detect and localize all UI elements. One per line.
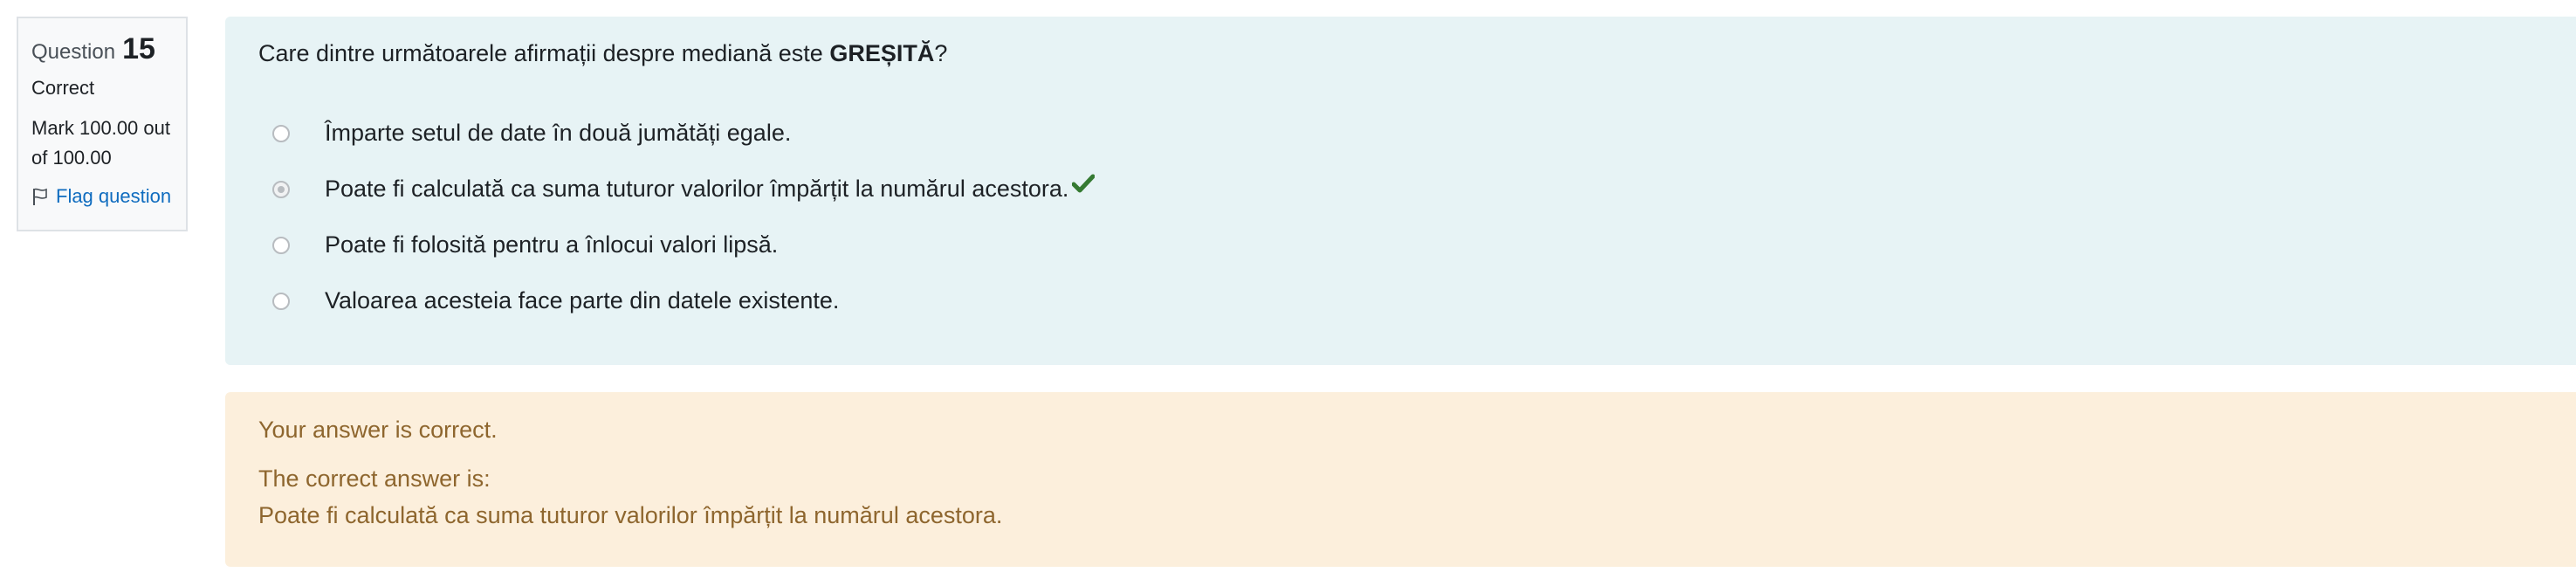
question-formulation: Care dintre următoarele afirmații despre… [225,17,2576,365]
answer-label-4[interactable]: Valoarea acesteia face parte din datele … [325,287,839,314]
question-number-line: Question 15 [31,32,174,66]
question-text-main: Care dintre următoarele afirmații despre… [258,40,830,66]
feedback-box: Your answer is correct. The correct answ… [225,392,2576,567]
question-number: 15 [122,32,155,65]
correct-answer-text: Poate fi calculată ca suma tuturor valor… [258,502,1003,528]
answer-radio-1[interactable] [272,124,290,142]
answer-option-1[interactable]: Împarte setul de date în două jumătăți e… [272,120,791,147]
feedback-result: Your answer is correct. [258,417,498,443]
answer-radio-2[interactable] [272,180,290,198]
question-text-emphasis: GREȘITĂ [829,40,935,66]
question-state: Correct [31,77,95,99]
answer-label-1[interactable]: Împarte setul de date în două jumătăți e… [325,120,791,147]
flag-icon [33,188,47,205]
flag-question-link[interactable]: Flag question [31,185,174,208]
question-info-box: Question 15 Correct Mark 100.00 out of 1… [17,17,188,231]
question-text: Care dintre următoarele afirmații despre… [258,40,947,67]
check-icon [1072,174,1096,192]
answer-label-2[interactable]: Poate fi calculată ca suma tuturor valor… [325,176,1068,203]
question-text-end: ? [934,40,948,66]
answer-option-4[interactable]: Valoarea acesteia face parte din datele … [272,287,839,314]
correct-answer-label: The correct answer is: [258,465,491,492]
quiz-question-page: Question 15 Correct Mark 100.00 out of 1… [0,0,2576,586]
answer-option-3[interactable]: Poate fi folosită pentru a înlocui valor… [272,231,778,259]
grade-line-2: of 100.00 [31,147,112,169]
answer-option-2[interactable]: Poate fi calculată ca suma tuturor valor… [272,174,1096,203]
question-grade: Mark 100.00 out of 100.00 [31,114,174,173]
answer-radio-3[interactable] [272,236,290,254]
answer-label-3[interactable]: Poate fi folosită pentru a înlocui valor… [325,231,778,259]
grade-line-1: Mark 100.00 out [31,117,170,139]
question-label: Question [31,40,116,64]
answer-radio-4[interactable] [272,292,290,310]
flag-question-label[interactable]: Flag question [56,185,171,208]
